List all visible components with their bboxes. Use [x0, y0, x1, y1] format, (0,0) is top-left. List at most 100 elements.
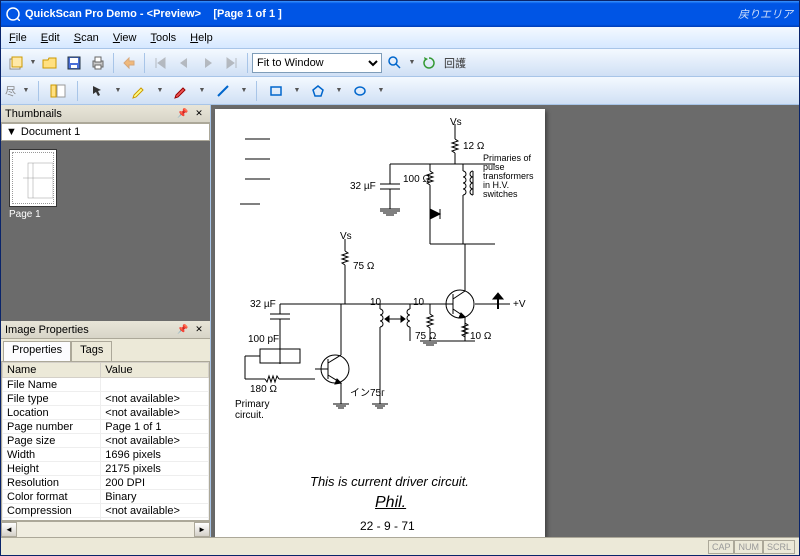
dropdown-icon[interactable]: ▼	[156, 87, 164, 94]
close-icon[interactable]: ✕	[192, 323, 206, 337]
save-button[interactable]	[63, 52, 85, 74]
property-value: <not available>	[101, 406, 209, 420]
app-icon	[5, 6, 21, 22]
thumbnails-title: Thumbnails	[5, 108, 62, 120]
jp-overlay-text: 戻りエリア	[738, 6, 793, 22]
menu-file[interactable]: FFileile	[9, 32, 27, 44]
property-value: 2175 pixels	[101, 462, 209, 476]
thumbnail-pane-button[interactable]	[47, 80, 69, 102]
label-32uf-a: 32 µF	[350, 181, 376, 192]
col-value[interactable]: Value	[101, 363, 209, 378]
properties-scrollbar[interactable]: ◄ ►	[1, 521, 210, 537]
refresh-button[interactable]	[418, 52, 440, 74]
dropdown-icon[interactable]: ▼	[114, 87, 122, 94]
left-pane: Thumbnails 📌 ✕ ▼ Document 1 Page 1 Image…	[1, 105, 211, 537]
tab-tags[interactable]: Tags	[71, 341, 112, 361]
label-primary-circuit: Primary circuit.	[235, 399, 285, 421]
prev-page-button[interactable]	[173, 52, 195, 74]
property-row[interactable]: Location<not available>	[3, 406, 209, 420]
property-row[interactable]: Color formatBinary	[3, 490, 209, 504]
line-tool[interactable]	[212, 80, 234, 102]
label-32uf-b: 32 µF	[250, 299, 276, 310]
property-name: Color format	[3, 490, 101, 504]
status-scrl: SCRL	[763, 540, 795, 554]
dropdown-icon[interactable]: ▼	[335, 87, 343, 94]
dropdown-icon[interactable]: ▼	[377, 87, 385, 94]
property-row[interactable]: Width1696 pixels	[3, 448, 209, 462]
print-button[interactable]	[87, 52, 109, 74]
tab-properties[interactable]: Properties	[3, 341, 71, 361]
property-name: Compression	[3, 504, 101, 518]
menu-scan[interactable]: Scan	[74, 32, 99, 44]
zoom-select[interactable]: Fit to Window	[252, 53, 382, 73]
col-name[interactable]: Name	[3, 363, 101, 378]
chevron-down-icon: ▼	[6, 126, 17, 138]
properties-header: Image Properties 📌 ✕	[1, 321, 210, 339]
thumbnail-page-1[interactable]	[9, 149, 57, 207]
scroll-left-icon[interactable]: ◄	[1, 522, 17, 537]
pen-tool[interactable]	[170, 80, 192, 102]
property-value: Page 1 of 1	[101, 420, 209, 434]
property-value: Binary	[101, 490, 209, 504]
label-inject: イン75г	[350, 384, 385, 399]
label-180ohm: 180 Ω	[250, 384, 277, 395]
dropdown-icon[interactable]: ▼	[198, 87, 206, 94]
label-100pf: 100 pF	[248, 334, 279, 345]
label-10ohm: 10 Ω	[470, 331, 491, 342]
rect-tool[interactable]	[265, 80, 287, 102]
property-row[interactable]: Height2175 pixels	[3, 462, 209, 476]
titlebar: QuickScan Pro Demo - <Preview> [Page 1 o…	[1, 1, 799, 27]
label-vs-left: Vs	[340, 231, 352, 242]
property-name: Resolution	[3, 476, 101, 490]
label-12ohm: 12 Ω	[463, 141, 484, 152]
property-name: Page size	[3, 434, 101, 448]
thumbnails-area: Page 1	[1, 141, 210, 321]
label-10-a: 10	[370, 297, 381, 308]
ellipse-tool[interactable]	[349, 80, 371, 102]
close-icon[interactable]: ✕	[192, 107, 206, 121]
dropdown-icon[interactable]: ▼	[408, 59, 416, 66]
property-row[interactable]: File type<not available>	[3, 392, 209, 406]
menubar: FFileile Edit Scan View Tools Help	[1, 27, 799, 49]
page-canvas: Vs 12 Ω Primaries of pulse transformers …	[215, 109, 545, 537]
next-page-button[interactable]	[197, 52, 219, 74]
menu-help[interactable]: Help	[190, 32, 213, 44]
property-row[interactable]: Resolution200 DPI	[3, 476, 209, 490]
shape-tool[interactable]	[307, 80, 329, 102]
window-title: QuickScan Pro Demo - <Preview> [Page 1 o…	[25, 8, 738, 20]
property-row[interactable]: Page numberPage 1 of 1	[3, 420, 209, 434]
dropdown-icon[interactable]: ▼	[240, 87, 248, 94]
property-name: Location	[3, 406, 101, 420]
new-scan-button[interactable]	[5, 52, 27, 74]
property-value	[101, 378, 209, 392]
menu-view[interactable]: View	[113, 32, 137, 44]
dropdown-icon[interactable]: ▼	[293, 87, 301, 94]
zoom-button[interactable]	[384, 52, 406, 74]
pointer-tool[interactable]	[86, 80, 108, 102]
highlighter-tool[interactable]	[128, 80, 150, 102]
property-row[interactable]: Compression<not available>	[3, 504, 209, 518]
property-row[interactable]: Page size<not available>	[3, 434, 209, 448]
scroll-right-icon[interactable]: ►	[194, 522, 210, 537]
label-vs-top: Vs	[450, 117, 462, 128]
menu-tools[interactable]: Tools	[150, 32, 176, 44]
property-name: Height	[3, 462, 101, 476]
first-page-button[interactable]	[149, 52, 171, 74]
status-cap: CAP	[708, 540, 735, 554]
properties-grid: NameValue File NameFile type<not availab…	[1, 361, 210, 521]
document-viewer[interactable]: Vs 12 Ω Primaries of pulse transformers …	[211, 105, 799, 537]
label-primaries: Primaries of pulse transformers in H.V. …	[483, 154, 538, 199]
pin-icon[interactable]: 📌	[176, 323, 190, 337]
document-selector[interactable]: ▼ Document 1	[1, 123, 210, 141]
annotate-toolbar: 尽 ▼ ▼ ▼ ▼ ▼ ▼ ▼ ▼	[1, 77, 799, 105]
last-page-button[interactable]	[221, 52, 243, 74]
dropdown-icon[interactable]: ▼	[29, 59, 37, 66]
pin-icon[interactable]: 📌	[176, 107, 190, 121]
dropdown-icon[interactable]: ▼	[22, 87, 30, 94]
open-button[interactable]	[39, 52, 61, 74]
export-button[interactable]	[118, 52, 140, 74]
menu-edit[interactable]: Edit	[41, 32, 60, 44]
property-name: File type	[3, 392, 101, 406]
property-row[interactable]: File Name	[3, 378, 209, 392]
caption-text: This is current driver circuit.	[310, 474, 469, 489]
